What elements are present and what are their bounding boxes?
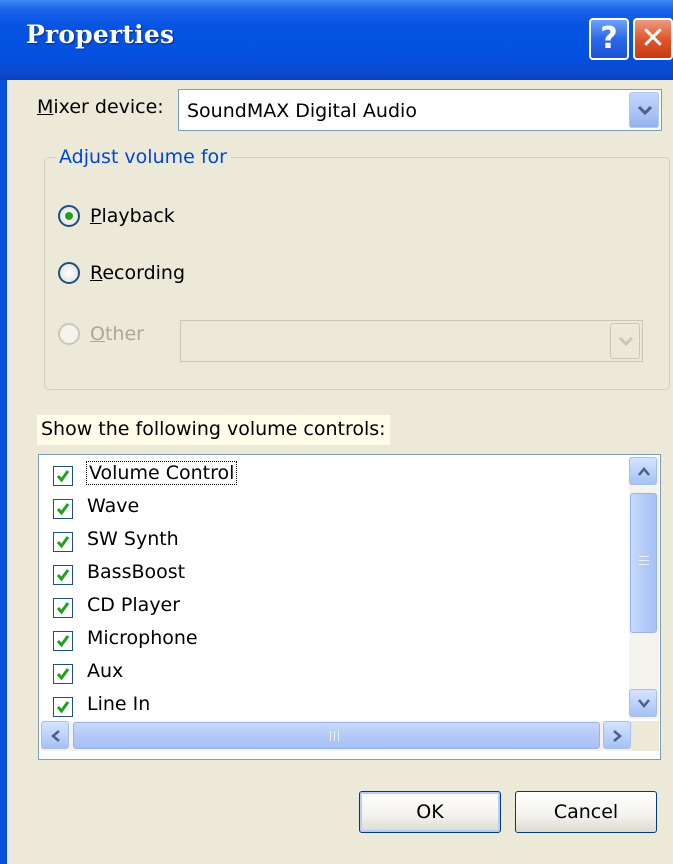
microphone-checkbox[interactable]	[53, 631, 73, 651]
properties-dialog: Properties ? ✕ Mixer device: SoundMAX Di…	[0, 0, 673, 864]
line-in-checkbox[interactable]	[53, 697, 73, 717]
other-label: Other	[90, 323, 144, 345]
aux-checkbox[interactable]	[53, 664, 73, 684]
bassboost-checkbox[interactable]	[53, 565, 73, 585]
list-item-label: CD Player	[87, 594, 181, 616]
scroll-down-button[interactable]	[629, 689, 657, 717]
title-bar[interactable]: Properties ? ✕	[0, 0, 673, 80]
other-device-select	[180, 320, 643, 362]
cancel-button[interactable]: Cancel	[515, 791, 657, 833]
checkmark-icon	[56, 635, 70, 648]
mixer-device-label: Mixer device:	[37, 96, 164, 118]
wave-checkbox[interactable]	[53, 499, 73, 519]
vertical-scrollbar[interactable]	[629, 457, 659, 719]
scroll-up-button[interactable]	[629, 457, 657, 485]
chevron-up-icon	[638, 467, 650, 476]
scrollbar-corner	[631, 721, 659, 751]
list-item-label: Microphone	[87, 627, 198, 649]
list-item-label: Line In	[87, 693, 151, 715]
mixer-device-value: SoundMAX Digital Audio	[187, 100, 417, 122]
ok-button[interactable]: OK	[359, 791, 501, 833]
list-item-label: Aux	[87, 660, 124, 682]
checkmark-icon	[56, 536, 70, 549]
checkmark-icon	[56, 503, 70, 516]
list-item-label: Volume Control	[85, 461, 238, 485]
playback-radio[interactable]	[58, 205, 80, 227]
chevron-right-icon	[613, 730, 622, 742]
vertical-scroll-thumb[interactable]	[630, 493, 657, 633]
cd-player-checkbox[interactable]	[53, 598, 73, 618]
volume-controls-list[interactable]: Volume Control Wave SW Synth BassBoost C…	[38, 454, 661, 760]
checkmark-icon	[56, 668, 70, 681]
help-button[interactable]: ?	[589, 18, 629, 60]
scroll-left-button[interactable]	[41, 721, 69, 749]
chevron-left-icon	[51, 730, 60, 742]
checkmark-icon	[56, 470, 70, 483]
playback-label[interactable]: Playback	[90, 205, 175, 227]
chevron-down-icon	[619, 337, 633, 347]
adjust-volume-legend: Adjust volume for	[55, 146, 231, 168]
recording-radio[interactable]	[58, 262, 80, 284]
window-title: Properties	[26, 20, 175, 49]
horizontal-scroll-thumb[interactable]	[73, 722, 600, 749]
list-item-label: Wave	[87, 495, 140, 517]
volume-controls-label: Show the following volume controls:	[37, 415, 390, 445]
chevron-down-icon	[638, 699, 650, 708]
list-item-label: BassBoost	[87, 561, 186, 583]
volume-control-checkbox[interactable]	[53, 466, 73, 486]
close-button[interactable]: ✕	[633, 18, 673, 60]
horizontal-scrollbar[interactable]	[41, 721, 631, 751]
checkmark-icon	[56, 569, 70, 582]
chevron-down-icon	[638, 106, 652, 116]
close-icon: ✕	[640, 21, 666, 56]
mixer-device-dropdown-button[interactable]	[629, 92, 659, 128]
checkmark-icon	[56, 602, 70, 615]
mixer-device-select[interactable]: SoundMAX Digital Audio	[178, 89, 662, 131]
scroll-right-button[interactable]	[603, 721, 631, 749]
other-radio	[58, 323, 80, 345]
other-device-dropdown-button	[610, 323, 640, 359]
checkmark-icon	[56, 701, 70, 714]
recording-label[interactable]: Recording	[90, 262, 185, 284]
sw-synth-checkbox[interactable]	[53, 532, 73, 552]
help-icon: ?	[600, 21, 618, 56]
list-item-label: SW Synth	[87, 528, 179, 550]
